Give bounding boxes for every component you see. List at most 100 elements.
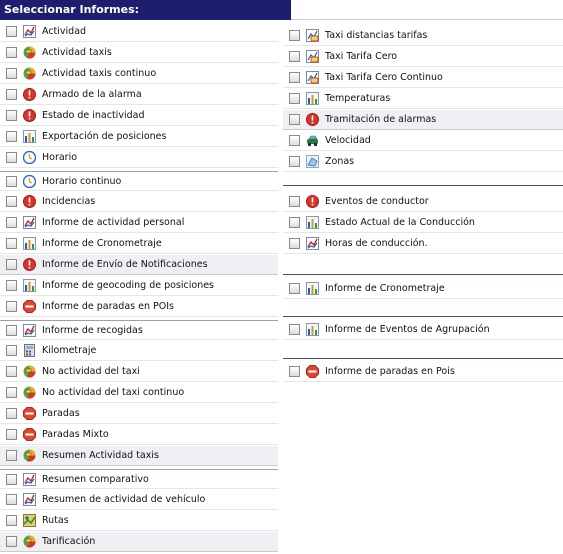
report-row[interactable]: Resumen de actividad de vehículo (0, 490, 278, 510)
report-row[interactable]: Incidencias (0, 192, 278, 212)
report-row[interactable]: Paradas (0, 404, 278, 424)
alarm-icon (23, 258, 36, 271)
taxi-chart-icon (306, 29, 319, 42)
report-checkbox[interactable] (289, 93, 300, 104)
report-checkbox[interactable] (289, 217, 300, 228)
report-row[interactable]: Temperaturas (283, 89, 563, 109)
report-checkbox[interactable] (289, 324, 300, 335)
report-checkbox[interactable] (6, 536, 17, 547)
report-row[interactable]: Estado Actual de la Conducción (283, 213, 563, 233)
report-row[interactable]: Taxi Tarifa Cero (283, 47, 563, 67)
report-row[interactable]: Actividad taxis continuo (0, 64, 278, 84)
report-row[interactable]: Resumen Actividad taxis (0, 446, 278, 466)
report-checkbox[interactable] (289, 30, 300, 41)
route-map-icon (23, 514, 36, 527)
report-checkbox[interactable] (6, 387, 17, 398)
report-row[interactable]: Taxi distancias tarifas (283, 26, 563, 46)
report-row[interactable]: Actividad taxis (0, 43, 278, 63)
report-checkbox[interactable] (6, 217, 17, 228)
report-row[interactable]: Informe de recogidas (0, 320, 278, 340)
report-checkbox[interactable] (289, 238, 300, 249)
report-checkbox[interactable] (6, 408, 17, 419)
report-checkbox[interactable] (6, 26, 17, 37)
report-checkbox[interactable] (6, 47, 17, 58)
report-checkbox[interactable] (289, 283, 300, 294)
report-row[interactable]: Armado de la alarma (0, 85, 278, 105)
report-row[interactable]: Paradas Mixto (0, 425, 278, 445)
report-row[interactable]: Informe de Envío de Notificaciones (0, 255, 278, 275)
report-row[interactable]: Tramitación de alarmas (283, 110, 563, 130)
stop-icon (23, 300, 36, 313)
report-checkbox[interactable] (6, 473, 17, 485)
report-label: Taxi Tarifa Cero (325, 51, 398, 62)
report-row[interactable]: Informe de Eventos de Agrupación (283, 320, 563, 340)
report-row[interactable]: Informe de Cronometraje (283, 279, 563, 299)
report-checkbox[interactable] (289, 72, 300, 83)
report-row[interactable]: Resumen comparativo (0, 469, 278, 489)
report-checkbox[interactable] (6, 152, 17, 163)
report-label: Tarificación (42, 536, 96, 547)
report-row[interactable]: Informe de geocoding de posiciones (0, 276, 278, 296)
report-checkbox[interactable] (6, 196, 17, 207)
alarm-icon (306, 195, 319, 208)
report-row[interactable]: Kilometraje (0, 341, 278, 361)
report-checkbox[interactable] (6, 238, 17, 249)
report-label: Informe de actividad personal (42, 217, 185, 228)
report-checkbox[interactable] (6, 494, 17, 505)
report-row[interactable]: Informe de Cronometraje (0, 234, 278, 254)
report-row[interactable]: Rutas (0, 511, 278, 531)
taxi-pie-icon (23, 365, 36, 378)
report-row[interactable]: Actividad (0, 22, 278, 42)
report-checkbox[interactable] (6, 68, 17, 79)
report-checkbox[interactable] (6, 366, 17, 377)
report-label: Estado Actual de la Conducción (325, 217, 475, 228)
report-checkbox[interactable] (289, 51, 300, 62)
report-label: Informe de Envío de Notificaciones (42, 259, 208, 270)
report-row[interactable]: Zonas (283, 152, 563, 172)
report-checkbox[interactable] (289, 366, 300, 377)
report-checkbox[interactable] (6, 301, 17, 312)
report-row[interactable]: Eventos de conductor (283, 192, 563, 212)
report-checkbox[interactable] (289, 114, 300, 125)
report-checkbox[interactable] (6, 515, 17, 526)
bar-chart-icon (306, 92, 319, 105)
report-checkbox[interactable] (289, 135, 300, 146)
report-checkbox[interactable] (6, 280, 17, 291)
report-row[interactable]: No actividad del taxi (0, 362, 278, 382)
report-checkbox[interactable] (6, 259, 17, 270)
report-checkbox[interactable] (6, 175, 17, 187)
report-checkbox[interactable] (6, 324, 17, 336)
car-icon (307, 135, 318, 147)
taxi-pie-icon (23, 386, 36, 399)
report-row[interactable]: Tarificación (0, 532, 278, 552)
report-checkbox[interactable] (6, 450, 17, 461)
bar-chart-icon (23, 237, 36, 250)
report-checkbox[interactable] (289, 196, 300, 207)
report-row[interactable]: Velocidad (283, 131, 563, 151)
report-row[interactable]: Informe de paradas en Pois (283, 362, 563, 382)
report-label: Estado de inactividad (42, 110, 145, 121)
report-checkbox[interactable] (289, 156, 300, 167)
report-row[interactable]: Estado de inactividad (0, 106, 278, 126)
report-checkbox[interactable] (6, 131, 17, 142)
report-row[interactable]: Taxi Tarifa Cero Continuo (283, 68, 563, 88)
taxi-pie-icon (23, 535, 36, 548)
report-row[interactable]: No actividad del taxi continuo (0, 383, 278, 403)
report-label: Actividad taxis (42, 47, 112, 58)
line-chart-icon (23, 493, 36, 506)
report-checkbox[interactable] (6, 345, 17, 356)
report-row[interactable]: Informe de actividad personal (0, 213, 278, 233)
group-divider (283, 274, 563, 275)
report-row[interactable]: Horario continuo (0, 171, 278, 191)
taxi-chart-icon (306, 71, 319, 84)
report-checkbox[interactable] (6, 89, 17, 100)
report-row[interactable]: Exportación de posiciones (0, 127, 278, 147)
report-row[interactable]: Horario (0, 148, 278, 168)
group-divider (283, 316, 563, 317)
report-row[interactable]: Informe de paradas en POIs (0, 297, 278, 317)
report-label: Tramitación de alarmas (325, 114, 437, 125)
report-checkbox[interactable] (6, 429, 17, 440)
report-label: Velocidad (325, 135, 371, 146)
report-checkbox[interactable] (6, 110, 17, 121)
report-row[interactable]: Horas de conducción. (283, 234, 563, 254)
